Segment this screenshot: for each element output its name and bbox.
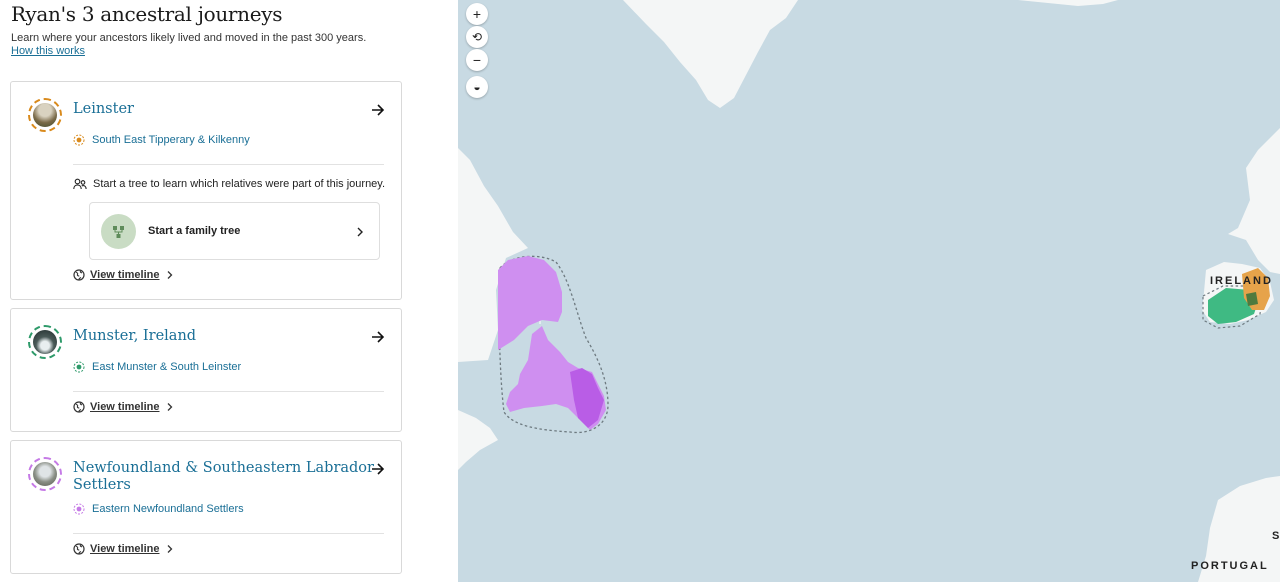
- journey-region: East Munster & South Leinster: [73, 361, 241, 373]
- region-dot-icon: [73, 134, 85, 146]
- start-family-tree-button[interactable]: Start a family tree: [89, 202, 380, 260]
- journey-card-munster[interactable]: Munster, Ireland East Munster & South Le…: [10, 308, 402, 432]
- zoom-in-button[interactable]: +: [466, 3, 488, 25]
- chevron-right-icon: [167, 271, 172, 279]
- view-timeline-label: View timeline: [90, 543, 160, 555]
- globe-icon: [73, 269, 85, 281]
- arrow-right-icon[interactable]: [371, 330, 385, 344]
- page-title: Ryan's 3 ancestral journeys: [11, 2, 283, 26]
- journey-title[interactable]: Leinster: [73, 101, 134, 118]
- tree-note: Start a tree to learn which relatives we…: [73, 178, 385, 190]
- page-subtitle: Learn where your ancestors likely lived …: [11, 32, 367, 44]
- journey-region: South East Tipperary & Kilkenny: [73, 134, 250, 146]
- globe-icon: [73, 543, 85, 555]
- chevron-right-icon: [167, 545, 172, 553]
- journey-title-line-2: Settlers: [73, 477, 131, 493]
- view-timeline-label: View timeline: [90, 269, 160, 281]
- leinster-core-region: [1246, 292, 1258, 306]
- reset-view-button[interactable]: ⟲: [466, 26, 488, 48]
- nova-scotia-landmass: [458, 410, 498, 470]
- journey-card-leinster[interactable]: Leinster South East Tipperary & Kilkenny…: [10, 81, 402, 300]
- greenland-landmass: [623, 0, 798, 108]
- how-this-works-link[interactable]: How this works: [11, 45, 85, 57]
- view-timeline-link[interactable]: View timeline: [73, 269, 174, 281]
- scotland-landmass: [1228, 128, 1280, 274]
- card-divider: [73, 533, 384, 534]
- journey-region-label: South East Tipperary & Kilkenny: [92, 134, 250, 146]
- spain-map-label: S: [1272, 530, 1280, 542]
- journey-map[interactable]: + ⟲ − ◒ IRELAND PORTUGAL S: [458, 0, 1280, 582]
- ireland-map-label: IRELAND: [1210, 275, 1273, 287]
- arrow-right-icon[interactable]: [371, 103, 385, 117]
- chevron-right-icon: [357, 227, 363, 237]
- journeys-panel: Ryan's 3 ancestral journeys Learn where …: [0, 0, 458, 582]
- journey-region-label: East Munster & South Leinster: [92, 361, 242, 373]
- journey-title[interactable]: Newfoundland & Southeastern Labrador Set…: [73, 460, 374, 494]
- labrador-region: [498, 256, 562, 350]
- journey-region-label: Eastern Newfoundland Settlers: [92, 503, 244, 515]
- iceland-landmass: [1018, 0, 1118, 6]
- people-icon: [73, 178, 87, 190]
- chevron-right-icon: [167, 403, 172, 411]
- zoom-out-button[interactable]: −: [466, 49, 488, 71]
- journey-avatar: [28, 98, 62, 132]
- tree-note-text: Start a tree to learn which relatives we…: [93, 178, 386, 190]
- card-divider: [73, 164, 384, 165]
- region-dot-icon: [73, 361, 85, 373]
- journey-region: Eastern Newfoundland Settlers: [73, 503, 244, 515]
- tree-icon: [101, 214, 136, 249]
- journey-title-line-1: Newfoundland & Southeastern Labrador: [73, 460, 374, 476]
- card-divider: [73, 391, 384, 392]
- view-timeline-label: View timeline: [90, 401, 160, 413]
- journey-card-newfoundland[interactable]: Newfoundland & Southeastern Labrador Set…: [10, 440, 402, 574]
- map-canvas[interactable]: [458, 0, 1280, 582]
- journey-avatar: [28, 457, 62, 491]
- portugal-map-label: PORTUGAL: [1191, 560, 1269, 572]
- arrow-right-icon[interactable]: [371, 462, 385, 476]
- view-timeline-link[interactable]: View timeline: [73, 543, 174, 555]
- journey-avatar: [28, 325, 62, 359]
- start-family-tree-label: Start a family tree: [148, 225, 241, 237]
- journey-title[interactable]: Munster, Ireland: [73, 328, 196, 345]
- layers-button[interactable]: ◒: [466, 76, 488, 98]
- region-dot-icon: [73, 503, 85, 515]
- view-timeline-link[interactable]: View timeline: [73, 401, 174, 413]
- globe-icon: [73, 401, 85, 413]
